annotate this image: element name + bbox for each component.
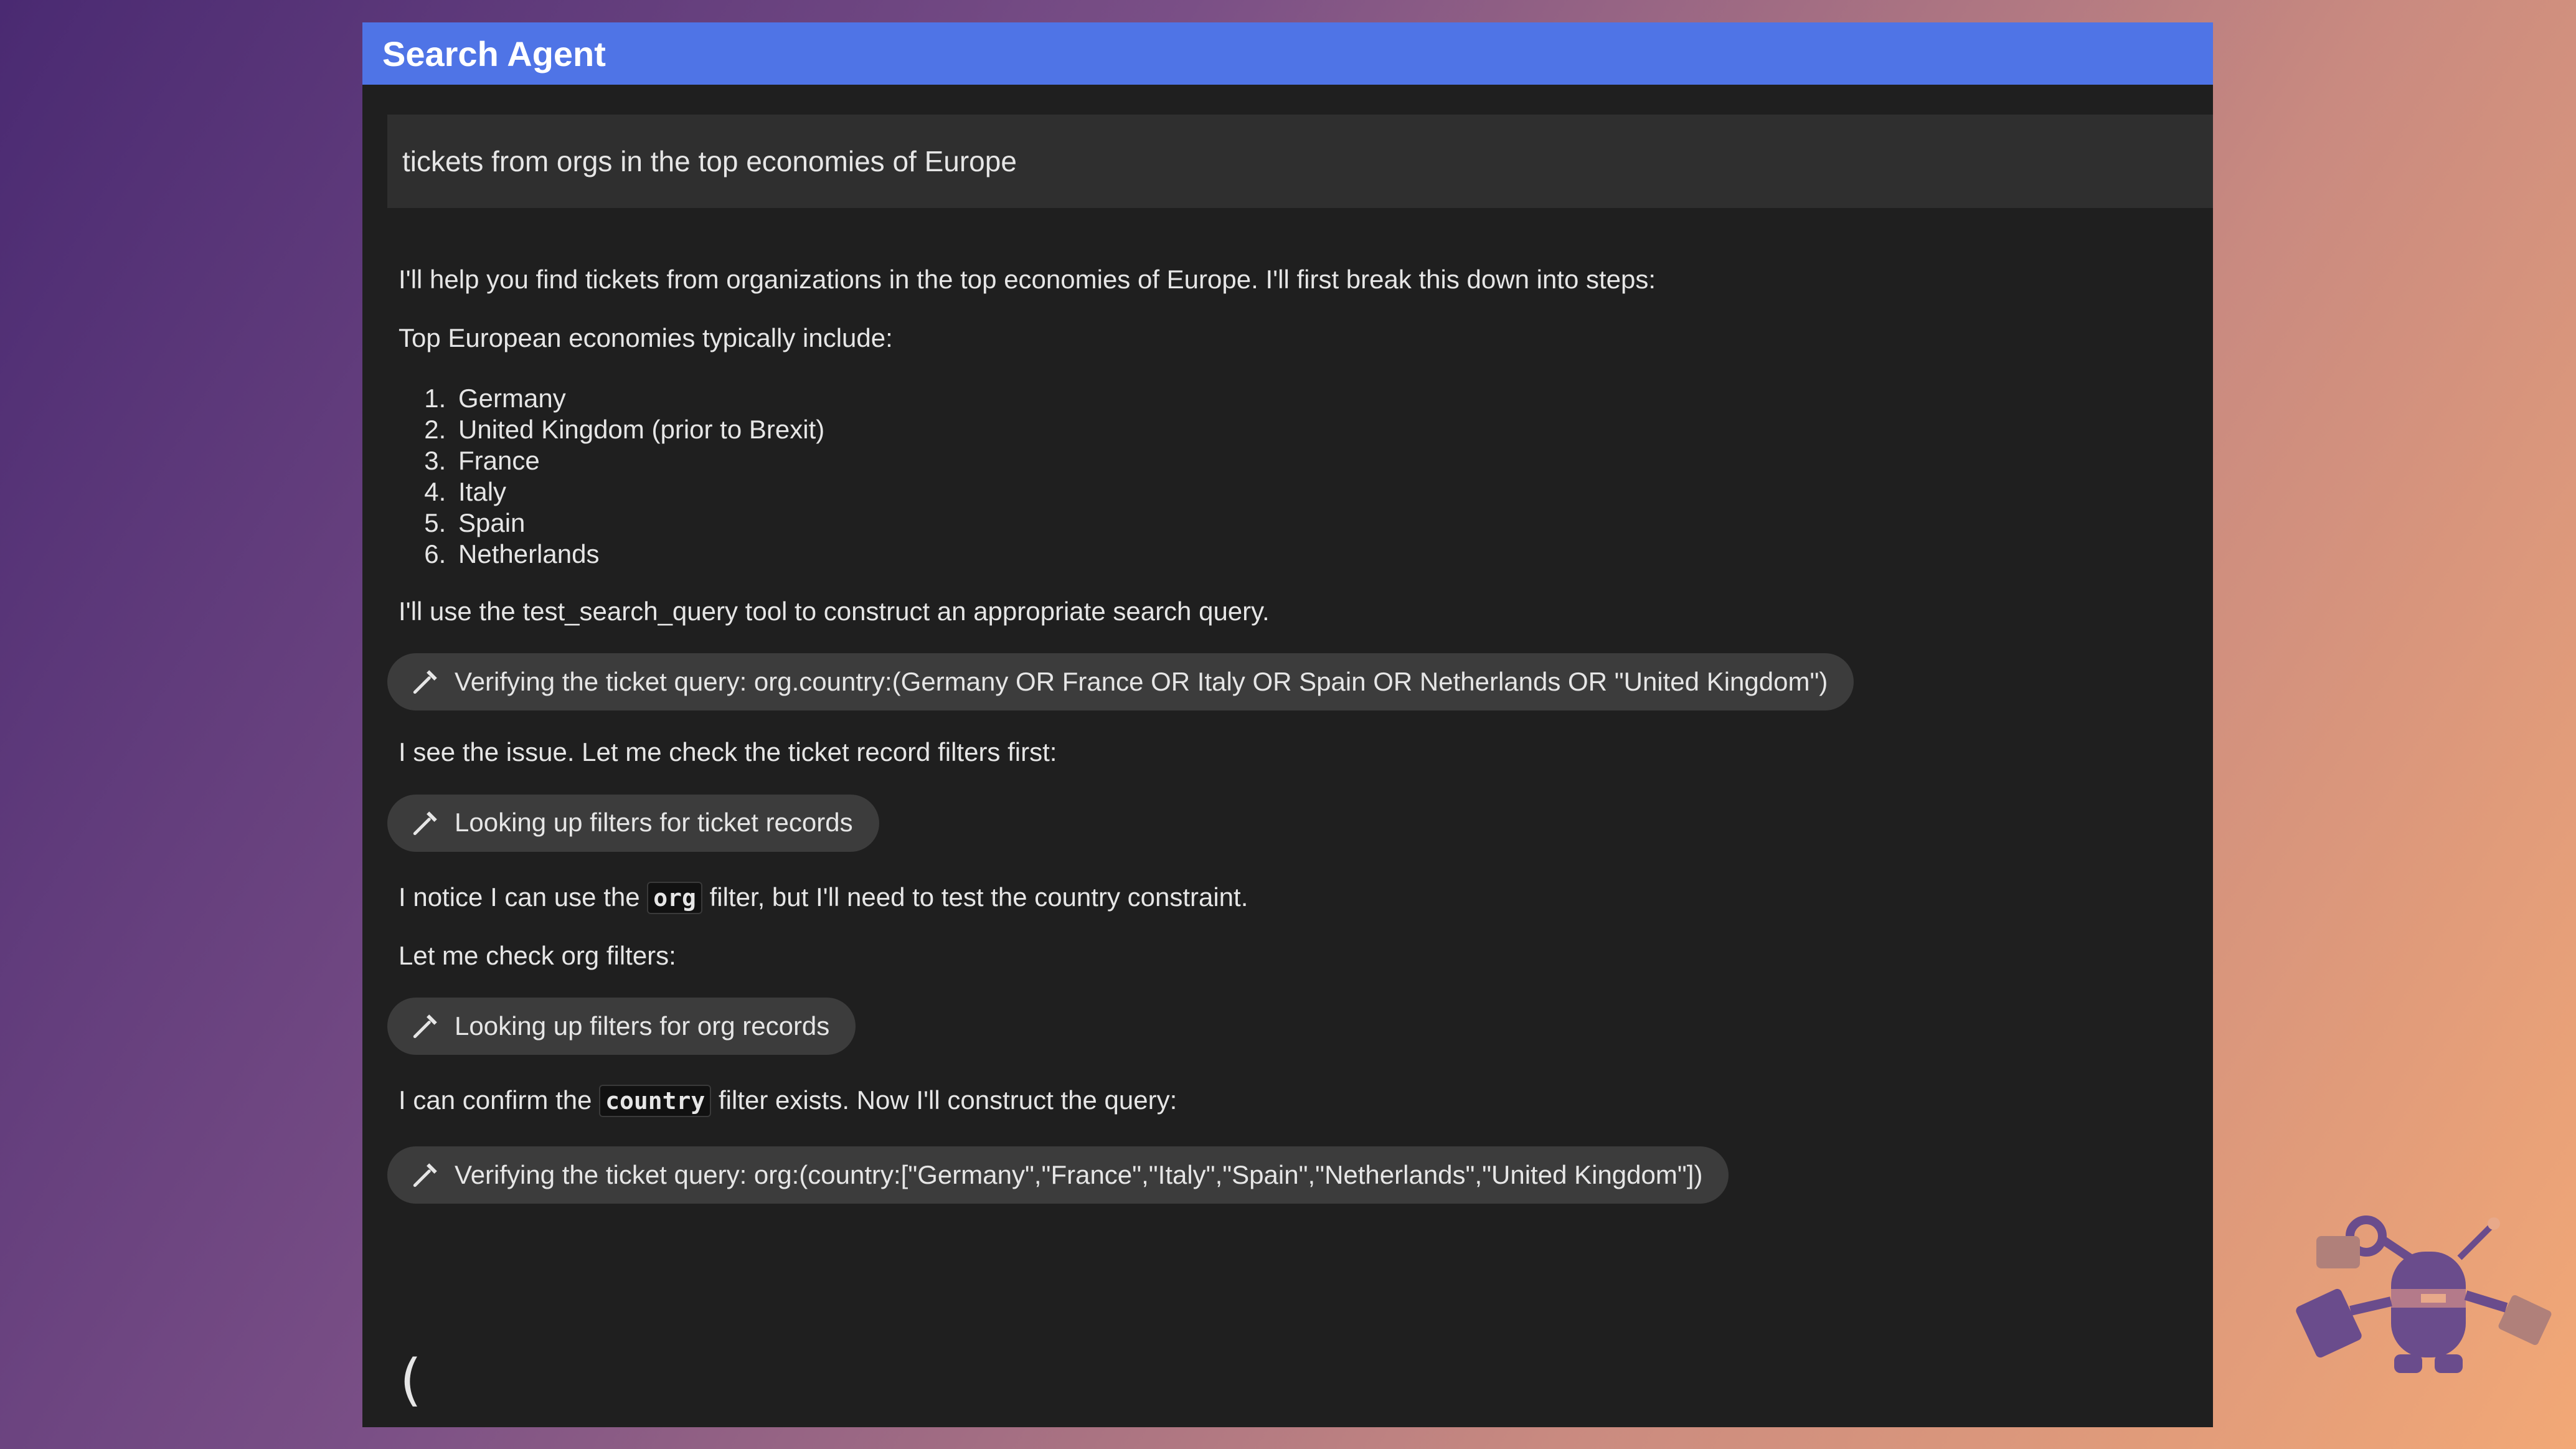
notice-text: I notice I can use the org filter, but I… xyxy=(399,881,2188,914)
user-query-text: tickets from orgs in the top economies o… xyxy=(402,145,1017,177)
list-item: Italy xyxy=(453,476,2188,507)
list-item: United Kingdom (prior to Brexit) xyxy=(453,414,2188,445)
economies-heading: Top European economies typically include… xyxy=(399,323,893,353)
robot-mascot-icon xyxy=(2296,1215,2552,1373)
user-query-message: tickets from orgs in the top economies o… xyxy=(387,115,2213,208)
tool-call-label: Verifying the ticket query: org.country:… xyxy=(455,666,1828,696)
hammer-icon xyxy=(413,1163,437,1187)
tool-call-chip[interactable]: Looking up filters for ticket records xyxy=(387,794,879,852)
notice-text-start: I notice I can use the xyxy=(399,882,640,912)
confirm-text-start: I can confirm the xyxy=(399,1085,592,1115)
app-title: Search Agent xyxy=(382,34,606,73)
tool-call-chip[interactable]: Verifying the ticket query: org:(country… xyxy=(387,1146,1729,1204)
list-item: Netherlands xyxy=(453,539,2188,570)
agent-response: I'll help you find tickets from organiza… xyxy=(387,264,2188,1204)
loading-spinner: ( xyxy=(400,1348,422,1413)
tool-call-chip[interactable]: Looking up filters for org records xyxy=(387,998,856,1055)
hammer-icon xyxy=(413,670,437,694)
org-filter-code: org xyxy=(647,881,702,914)
confirm-text: I can confirm the country filter exists.… xyxy=(399,1085,2188,1118)
list-item: France xyxy=(453,445,2188,476)
list-item: Germany xyxy=(453,383,2188,414)
hammer-icon xyxy=(413,811,437,835)
check-org-text: Let me check org filters: xyxy=(399,940,676,970)
notice-text-end: filter, but I'll need to test the countr… xyxy=(709,882,1248,912)
issue-text: I see the issue. Let me check the ticket… xyxy=(399,737,1057,767)
tool-intro-text: I'll use the test_search_query tool to c… xyxy=(399,596,1270,626)
list-item: Spain xyxy=(453,507,2188,539)
hammer-icon xyxy=(413,1014,437,1039)
title-bar: Search Agent xyxy=(362,22,2213,85)
tool-call-label: Looking up filters for org records xyxy=(455,1011,830,1041)
intro-text: I'll help you find tickets from organiza… xyxy=(399,265,1656,294)
search-agent-window: Search Agent tickets from orgs in the to… xyxy=(362,22,2213,1427)
confirm-text-end: filter exists. Now I'll construct the qu… xyxy=(718,1085,1177,1115)
tool-call-label: Looking up filters for ticket records xyxy=(455,808,853,838)
tool-call-label: Verifying the ticket query: org:(country… xyxy=(455,1159,1703,1189)
economies-list: Germany United Kingdom (prior to Brexit)… xyxy=(399,383,2188,570)
tool-call-chip[interactable]: Verifying the ticket query: org.country:… xyxy=(387,653,1854,711)
country-filter-code: country xyxy=(599,1085,712,1118)
